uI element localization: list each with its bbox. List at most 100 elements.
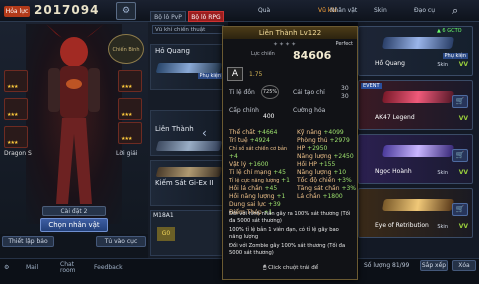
close-hint[interactable]: 🖱 Click chuột trái để (263, 265, 318, 272)
stat-row: Lá chắn +1800 (297, 193, 343, 200)
cart-icon[interactable]: 🛒 (452, 149, 468, 162)
stat-row: Tốc độ chiến +3% (297, 177, 352, 184)
popup-title: Liên Thành Lv122 (223, 27, 357, 39)
grade-value: 1.75 (249, 71, 263, 78)
stat-row: Trí tuệ +4924 (229, 137, 270, 144)
power-label: Lực chiến (251, 51, 275, 57)
effect-note-1: Đối với hình nhân gây ra 100% sát thương… (229, 211, 351, 224)
character-name: Dragon S (4, 150, 32, 157)
weapon-image (155, 63, 223, 73)
stat-row: Hồi lá chắn +45 (229, 185, 278, 192)
tab-character[interactable]: Nhân vật (330, 7, 357, 14)
weapon-item-3[interactable]: Kiếm Sát Gi-Ex II (150, 160, 226, 206)
stats-left: Thể chất +4664 Trí tuệ +4924 Chỉ số sát … (229, 129, 293, 217)
tab-rpg[interactable]: Bộ lô RPG (188, 11, 224, 22)
star-rating: ✦✦✦✦ (273, 41, 298, 48)
weapon-image (381, 199, 455, 211)
cart-icon[interactable]: 🛒 (452, 203, 468, 216)
inventory-item-1[interactable]: ▲ 6 GCTO Hồ Quang Phụ kiện Skin VV (358, 26, 473, 76)
sort-button[interactable]: Sắp xếp (420, 260, 448, 271)
tab-items[interactable]: Đạo cụ (414, 7, 435, 14)
equip-slot-4[interactable]: ★★★ (118, 70, 142, 92)
stat-row: Năng lượng +10 (297, 169, 347, 176)
weapon-item-2[interactable]: Liên Thành (150, 110, 226, 156)
stats-right: Kỹ năng +4099 Phòng thủ +2979 HP +2950 N… (297, 129, 359, 201)
chat-room-button[interactable]: Chat room (60, 262, 84, 274)
inventory-item-2[interactable]: EVENT AK47 Legend VV 🛒 (358, 80, 473, 130)
wardrobe-button[interactable]: Tủ vào cục (96, 236, 146, 247)
weapon-image (381, 91, 455, 103)
tips-label[interactable]: Lời giải (116, 150, 137, 157)
item-name: Ngọc Hoành (375, 168, 412, 175)
cart-icon[interactable]: 🛒 (452, 95, 468, 108)
hit-rate-value: 725% (261, 85, 279, 99)
weapon-image (381, 37, 455, 49)
equip-slot-6[interactable]: ★★★ (118, 122, 142, 144)
equip-slot-1[interactable]: ★★★ (4, 70, 28, 92)
equip-slot-2[interactable]: ★★★ (4, 98, 28, 120)
firepower-label: Hỏa lực (4, 6, 30, 17)
mail-button[interactable]: Mail (26, 264, 38, 271)
item-name: Eye of Retribution (375, 222, 429, 229)
skin-label: Skin (437, 224, 448, 230)
delete-button[interactable]: Xóa (452, 260, 476, 271)
feedback-button[interactable]: Feedback (94, 264, 123, 271)
item-name: Hồ Quang (375, 60, 405, 67)
weapon-item-4[interactable]: M18A1 G0 (150, 210, 224, 256)
weapon-name: M18A1 (153, 212, 174, 219)
upgrade-value-2: 30 (341, 93, 349, 100)
rank-vv: VV (458, 61, 468, 68)
skin-label: Skin (437, 62, 448, 68)
hit-rate-label: Tỉ lệ đồn (229, 89, 255, 96)
search-icon[interactable]: ⌕ (452, 4, 458, 18)
stat-row: Tỉ lệ chí mạng +45 (229, 169, 286, 176)
item-name: AK47 Legend (375, 114, 415, 121)
stat-row: Thể chất +4664 (229, 129, 278, 136)
settings-icon[interactable]: ⚙ (116, 2, 136, 20)
weapon-type-select[interactable]: Vũ khí chiến thuật (152, 25, 224, 34)
weapon-item-1[interactable]: Hỏ Quang Phụ kiện (150, 44, 226, 90)
weapon-image (155, 167, 223, 177)
chevron-left-icon[interactable]: ‹ (202, 126, 207, 140)
firepower-value: 2017094 (34, 3, 100, 17)
effect-note-3: Đối với Zombie gây 100% sát thương (Tối … (229, 243, 346, 256)
weapon-level: G0 (157, 227, 175, 241)
weapon-name: Liên Thành (155, 125, 194, 133)
event-badge: EVENT (361, 83, 382, 89)
inventory-item-4[interactable]: Eye of Retribution Skin VV 🛒 (358, 188, 473, 238)
stat-row: Hồi HP +155 (297, 161, 336, 168)
accessory-tag: Phụ kiện (197, 73, 223, 79)
tab-pvp[interactable]: Bộ lô PvP (150, 11, 186, 22)
stat-row: Vật lý +1600 (229, 161, 269, 168)
equip-slot-5[interactable]: ★★★ (118, 98, 142, 120)
rank-vv: VV (458, 223, 468, 230)
effect-note-2: 100% tỉ lệ bắn 1 viên đạn, có tỉ lệ gây … (229, 227, 339, 240)
tab-gifts[interactable]: Quà (258, 7, 270, 14)
rank-vv: VV (458, 115, 468, 122)
tab-skin[interactable]: Skin (374, 7, 387, 14)
stat-row: HP +2950 (297, 145, 328, 152)
upgrade-label: Cải tạo chỉ (293, 89, 325, 96)
gear-icon[interactable]: ⚙ (4, 264, 9, 271)
character-portrait (26, 24, 122, 224)
weapon-image (155, 141, 223, 151)
inventory-item-3[interactable]: Ngọc Hoành Skin VV 🛒 (358, 134, 473, 184)
weapon-name: Kiếm Sát Gi-Ex II (155, 179, 214, 187)
item-badge: ▲ 6 GCTO (437, 28, 462, 34)
stat-row: Chỉ số sát chiến cơ bản +4 (229, 146, 288, 160)
quality-label: Perfect (335, 41, 353, 47)
settings-slot-button[interactable]: Cài đặt 2 (42, 206, 106, 216)
weapon-name: Hỏ Quang (155, 47, 190, 55)
stat-row: Hồi năng lượng +1 (229, 193, 286, 200)
enhance-label: Cường hóa (293, 107, 326, 114)
choose-character-button[interactable]: Chọn nhân vật (40, 218, 108, 232)
rank-vv: VV (458, 169, 468, 176)
stat-row: Phòng thủ +2979 (297, 137, 350, 144)
setup-button[interactable]: Thiết lập bảo (2, 236, 54, 247)
grade-badge: A (227, 67, 243, 81)
equip-slot-3[interactable]: ★★★ (4, 126, 28, 148)
level-label: Cấp chính (229, 107, 259, 114)
weapon-image (381, 145, 455, 157)
stat-row: Tăng sát chấn +3% (297, 185, 356, 192)
rank-badge: Chiến Binh (108, 34, 144, 64)
